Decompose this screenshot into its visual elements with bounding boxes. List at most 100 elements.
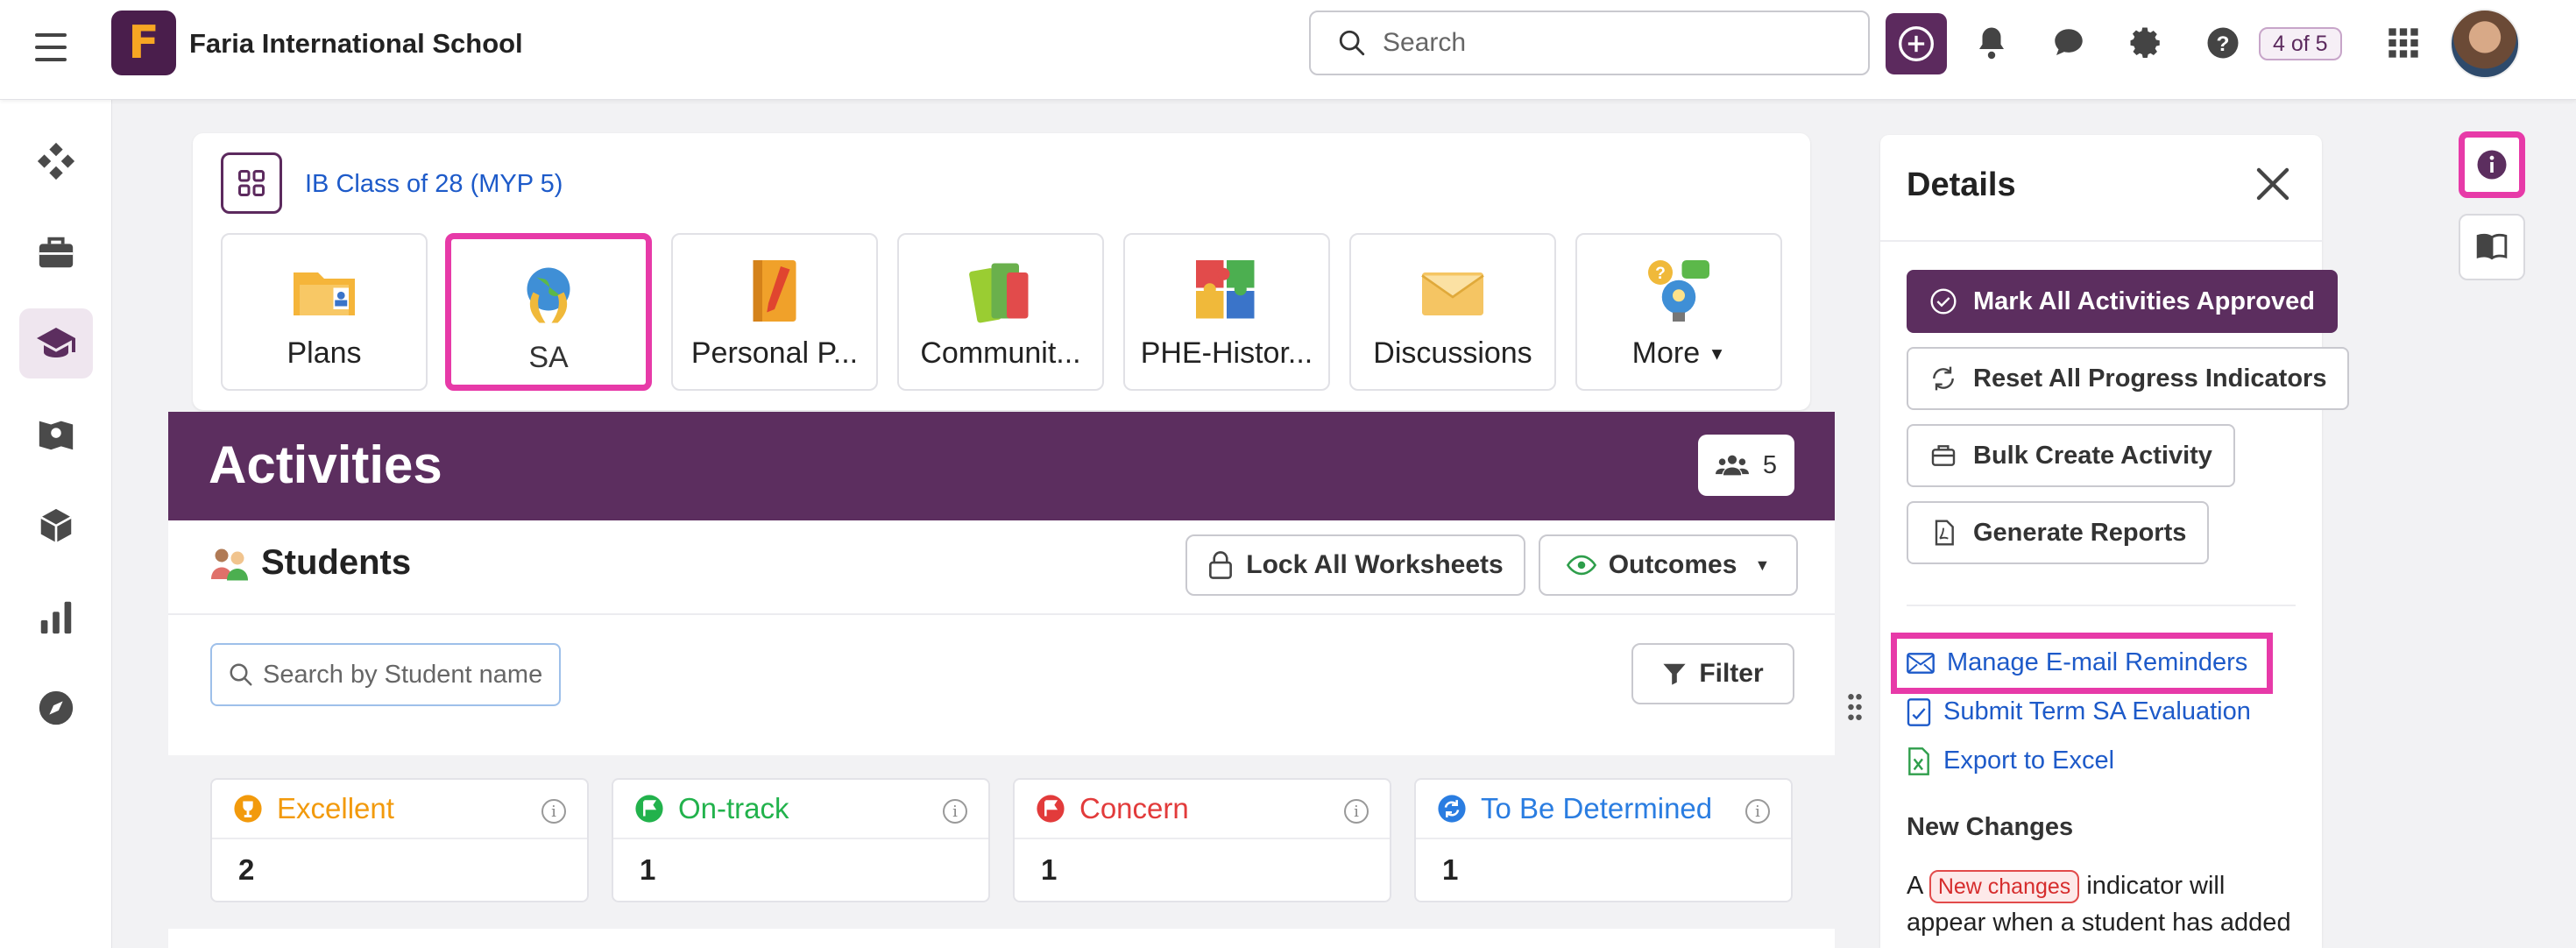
participants-count: 5 (1762, 450, 1777, 479)
checklist-icon (1907, 697, 1931, 726)
top-bar: F Faria International School ? 4 of 5 (0, 0, 2576, 100)
sidebar-item-explore[interactable] (19, 673, 93, 743)
add-button[interactable] (1886, 13, 1947, 74)
tile-community[interactable]: Communit... (897, 233, 1104, 391)
generate-reports-button[interactable]: Generate Reports (1907, 501, 2210, 564)
refresh-icon (1438, 795, 1466, 823)
tile-phe-history[interactable]: PHE-Histor... (1123, 233, 1330, 391)
progress-counter[interactable]: 4 of 5 (2259, 27, 2342, 60)
reset-label: Reset All Progress Indicators (1973, 364, 2327, 393)
sidebar-item-classes[interactable] (19, 308, 93, 378)
class-menu-button[interactable] (221, 152, 282, 214)
stat-label: Excellent (277, 792, 394, 824)
notifications-bell-icon[interactable] (1971, 23, 2012, 63)
info-panel-button[interactable] (2459, 131, 2525, 198)
tile-more[interactable]: ? More ▼ (1575, 233, 1782, 391)
export-to-excel-link[interactable]: Export to Excel (1907, 746, 2114, 775)
sidebar-item-map[interactable] (19, 400, 93, 470)
stat-on-track[interactable]: On-track i 1 (612, 778, 990, 902)
mark-all-approved-button[interactable]: Mark All Activities Approved (1907, 270, 2338, 333)
plans-folder-icon (287, 254, 361, 328)
info-icon[interactable]: i (541, 799, 566, 824)
submit-label: Submit Term SA Evaluation (1943, 697, 2251, 725)
tile-label: More ▼ (1632, 336, 1726, 371)
info-circle-icon (2477, 150, 2507, 180)
submit-term-sa-evaluation-link[interactable]: Submit Term SA Evaluation (1907, 697, 2251, 726)
students-icon (211, 548, 248, 580)
outcomes-dropdown[interactable]: Outcomes ▼ (1539, 534, 1798, 596)
reset-progress-button[interactable]: Reset All Progress Indicators (1907, 347, 2350, 410)
sidebar-item-dashboard[interactable] (19, 126, 93, 196)
stat-to-be-determined[interactable]: To Be Determined i 1 (1414, 778, 1793, 902)
sidebar-item-portfolio[interactable] (19, 217, 93, 287)
svg-text:?: ? (1655, 265, 1666, 283)
stat-value: 1 (1442, 853, 1459, 886)
info-icon[interactable]: i (943, 799, 967, 824)
sidebar-item-units[interactable] (19, 491, 93, 561)
tile-sa[interactable]: SA (445, 233, 652, 391)
dashboard-diamond-icon (37, 142, 75, 180)
drag-handle-icon[interactable] (1847, 692, 1863, 722)
lightbulb-chat-icon: ? (1642, 254, 1716, 328)
puzzle-icon (1190, 254, 1263, 328)
chat-bubble-icon[interactable] (2049, 23, 2089, 63)
student-search-input[interactable] (263, 660, 552, 690)
stat-concern[interactable]: Concern i 1 (1013, 778, 1391, 902)
plus-circle-icon (1899, 26, 1934, 61)
tile-plans[interactable]: Plans (221, 233, 428, 391)
info-icon[interactable]: i (1344, 799, 1369, 824)
next-section-edge (168, 929, 1835, 948)
help-question-icon[interactable]: ? (2203, 23, 2243, 63)
more-label: More (1631, 336, 1701, 370)
stat-label: On-track (678, 792, 789, 824)
tile-label: SA (528, 341, 569, 374)
logo-letter: F (128, 17, 159, 69)
excel-file-icon (1908, 746, 1929, 775)
trophy-icon (234, 795, 262, 823)
lock-icon (1209, 551, 1233, 579)
notebook-icon (738, 254, 811, 328)
hamburger-menu-icon[interactable] (35, 30, 67, 65)
global-search[interactable] (1309, 11, 1870, 75)
envelope-icon (1416, 254, 1490, 328)
search-input[interactable] (1383, 28, 1838, 58)
graduation-cap-icon (37, 328, 75, 357)
eye-icon (1566, 555, 1596, 576)
apps-grid-icon[interactable] (2383, 23, 2424, 63)
outcomes-label: Outcomes (1608, 550, 1737, 579)
students-section: Students Lock All Worksheets Outcomes ▼ … (168, 520, 1835, 755)
stat-value: 1 (640, 853, 656, 886)
divider (1907, 605, 2296, 606)
pdf-file-icon (1935, 520, 1954, 546)
tile-label: Communit... (920, 336, 1081, 370)
sidebar-item-reports[interactable] (19, 582, 93, 652)
tile-discussions[interactable]: Discussions (1349, 233, 1556, 391)
participants-button[interactable]: 5 (1697, 435, 1794, 496)
bulk-create-activity-button[interactable]: Bulk Create Activity (1907, 424, 2235, 487)
refresh-icon (1933, 366, 1954, 391)
bulk-label: Bulk Create Activity (1973, 441, 2212, 470)
filter-button[interactable]: Filter (1631, 643, 1794, 704)
class-card: IB Class of 28 (MYP 5) Plans SA Personal… (193, 133, 1810, 410)
user-avatar[interactable] (2450, 9, 2520, 79)
cube-icon (40, 508, 72, 543)
tile-label: Personal P... (690, 336, 859, 370)
manage-email-reminders-link[interactable]: Manage E-mail Reminders (1907, 648, 2247, 677)
class-name-link[interactable]: IB Class of 28 (MYP 5) (305, 170, 563, 199)
users-group-icon (1715, 455, 1749, 476)
tile-personal-project[interactable]: Personal P... (671, 233, 878, 391)
close-icon[interactable] (2255, 166, 2290, 202)
lock-all-worksheets-button[interactable]: Lock All Worksheets (1185, 534, 1525, 596)
info-icon[interactable]: i (1745, 799, 1770, 824)
funnel-icon (1663, 663, 1686, 685)
details-panel: Details Mark All Activities Approved Res… (1880, 135, 2350, 948)
school-logo[interactable]: F (111, 11, 176, 75)
guide-book-button[interactable] (2459, 214, 2525, 280)
search-icon (1339, 30, 1365, 56)
settings-gear-icon[interactable] (2126, 23, 2166, 63)
briefcase-outline-icon (1931, 445, 1956, 466)
map-book-icon (39, 421, 74, 450)
school-name[interactable]: Faria International School (189, 28, 523, 60)
stat-excellent[interactable]: Excellent i 2 (210, 778, 589, 902)
student-search[interactable] (210, 643, 561, 706)
